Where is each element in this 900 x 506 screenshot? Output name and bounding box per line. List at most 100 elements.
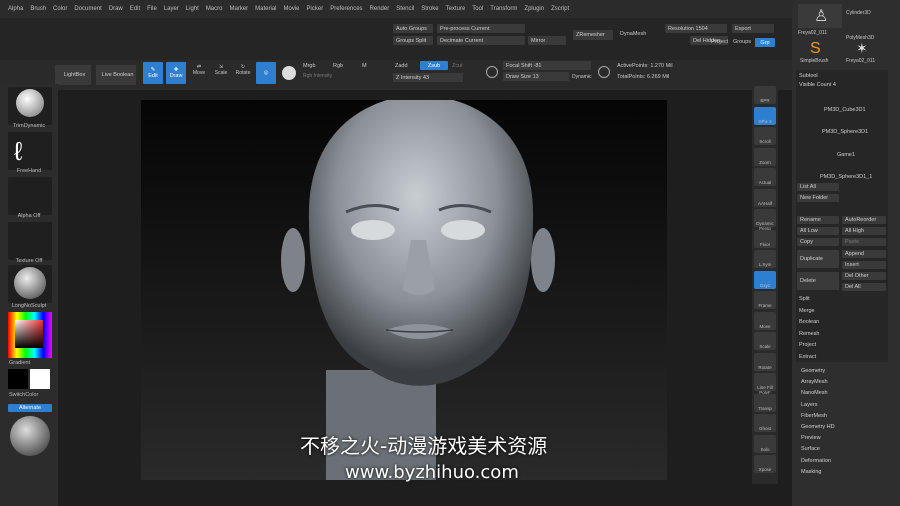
menu-item[interactable]: Layer bbox=[164, 6, 179, 12]
menu-item[interactable]: Draw bbox=[109, 6, 123, 12]
tool-menu-item[interactable]: Deformation bbox=[801, 458, 831, 464]
dynamesh-label[interactable]: DynaMesh bbox=[620, 31, 646, 37]
material-thumbnail[interactable] bbox=[8, 265, 52, 303]
menu-item[interactable]: Light bbox=[186, 6, 199, 12]
subtool-action[interactable]: Remesh bbox=[797, 329, 887, 339]
texture-thumbnail[interactable] bbox=[8, 222, 52, 260]
menu-item[interactable]: Zplugin bbox=[524, 6, 544, 12]
color-square[interactable] bbox=[15, 320, 43, 348]
resolution-slider[interactable]: Resolution 1504 bbox=[665, 24, 727, 33]
export-button[interactable]: Export bbox=[732, 24, 774, 33]
scale-button[interactable]: ⇲ Scale bbox=[212, 64, 230, 76]
color-picker[interactable] bbox=[8, 312, 52, 358]
decimate-button[interactable]: Decimate Current bbox=[437, 36, 525, 45]
menu-item[interactable]: Preferences bbox=[330, 6, 362, 12]
subtool-item[interactable]: PM3D_Cube3D1 bbox=[822, 105, 900, 115]
paste-button[interactable]: Paste bbox=[842, 238, 886, 246]
insert-button[interactable]: Insert bbox=[842, 261, 886, 269]
delete-button[interactable]: Delete bbox=[797, 272, 839, 290]
auto-groups-button[interactable]: Auto Groups bbox=[393, 24, 433, 33]
preprocess-button[interactable]: Pre-process Current bbox=[437, 24, 525, 33]
tool-menu-item[interactable]: Surface bbox=[801, 446, 820, 452]
dynamic-toggle[interactable]: Dynamic bbox=[572, 74, 591, 80]
append-button[interactable]: Append bbox=[842, 250, 886, 258]
menu-item[interactable]: Texture bbox=[446, 6, 466, 12]
grp-toggle[interactable]: Grp bbox=[755, 38, 775, 47]
tool-menu-item[interactable]: Geometry bbox=[801, 368, 825, 374]
zsub-toggle[interactable]: Zsub bbox=[420, 61, 448, 70]
subtool-action[interactable]: Project bbox=[797, 340, 887, 350]
menu-item[interactable]: Render bbox=[370, 6, 390, 12]
material-sphere-icon[interactable] bbox=[282, 66, 296, 80]
mirror-button[interactable]: Mirror bbox=[528, 36, 566, 45]
new-folder-button[interactable]: New Folder bbox=[797, 194, 839, 202]
menu-item[interactable]: Movie bbox=[284, 6, 300, 12]
stroke-thumbnail[interactable]: ℓ bbox=[8, 132, 52, 170]
groups-label[interactable]: Groups bbox=[733, 39, 751, 45]
canvas-viewport[interactable] bbox=[141, 100, 667, 480]
mrgb-toggle[interactable]: Mrgb bbox=[303, 63, 316, 69]
menu-item[interactable]: Document bbox=[74, 6, 101, 12]
list-all-button[interactable]: List All bbox=[797, 183, 839, 191]
lightbox-button[interactable]: LightBox bbox=[55, 65, 91, 85]
alpha-thumbnail[interactable] bbox=[8, 177, 52, 215]
duplicate-button[interactable]: Duplicate bbox=[797, 250, 839, 268]
menu-item[interactable]: Zscript bbox=[551, 6, 569, 12]
tool-menu-item[interactable]: FiberMesh bbox=[801, 413, 827, 419]
rgb-intensity-slider[interactable]: Rgb Intensity bbox=[303, 73, 332, 79]
polymesh-star-icon[interactable]: ✶ bbox=[856, 40, 876, 58]
brush-thumbnail[interactable] bbox=[8, 87, 52, 125]
subtool-action[interactable]: Split bbox=[797, 294, 887, 304]
m-toggle[interactable]: M bbox=[362, 63, 367, 69]
zcut-toggle[interactable]: Zcut bbox=[452, 63, 463, 69]
menu-item[interactable]: Alpha bbox=[8, 6, 23, 12]
menu-item[interactable]: Edit bbox=[130, 6, 140, 12]
menu-item[interactable]: File bbox=[147, 6, 157, 12]
menu-item[interactable]: Color bbox=[53, 6, 67, 12]
secondary-color-swatch[interactable] bbox=[30, 369, 50, 389]
zadd-toggle[interactable]: Zadd bbox=[395, 63, 408, 69]
subtool-item[interactable]: Game1 bbox=[835, 150, 900, 160]
menu-item[interactable]: Tool bbox=[472, 6, 483, 12]
subtool-action[interactable]: Boolean bbox=[797, 317, 887, 327]
menu-item[interactable]: Picker bbox=[307, 6, 324, 12]
zremesher-button[interactable]: ZRemesher bbox=[573, 30, 613, 40]
groups-split-button[interactable]: Groups Split bbox=[393, 36, 433, 45]
menu-item[interactable]: Macro bbox=[206, 6, 223, 12]
z-intensity-slider[interactable]: Z Intensity 43 bbox=[393, 73, 463, 82]
menu-item[interactable]: Transform bbox=[490, 6, 517, 12]
primary-color-swatch[interactable] bbox=[8, 369, 28, 389]
menu-item[interactable]: Marker bbox=[229, 6, 248, 12]
del-all-button[interactable]: Del All bbox=[842, 283, 886, 291]
alternate-toggle[interactable]: Alternate bbox=[8, 404, 52, 412]
menu-item[interactable]: Material bbox=[255, 6, 276, 12]
tool-thumb-1[interactable]: ♙ bbox=[798, 4, 842, 28]
dial2-icon[interactable] bbox=[598, 66, 610, 78]
tool-menu-item[interactable]: ArrayMesh bbox=[801, 379, 828, 385]
gizmo-toggle[interactable]: ◎ bbox=[256, 62, 276, 84]
menu-item[interactable]: Stencil bbox=[396, 6, 414, 12]
tool-menu-item[interactable]: NanoMesh bbox=[801, 390, 828, 396]
tool-menu-item[interactable]: Preview bbox=[801, 435, 821, 441]
project-label[interactable]: Project bbox=[711, 39, 728, 45]
autoreorder-button[interactable]: AutoReorder bbox=[842, 216, 886, 224]
rotate-button[interactable]: ↻ Rotate bbox=[234, 64, 252, 76]
subtool-item[interactable]: PM3D_Sphere3D1_1 bbox=[818, 172, 900, 182]
all-low-button[interactable]: All Low bbox=[797, 227, 839, 235]
navigation-sphere-icon[interactable] bbox=[10, 416, 50, 456]
edit-button[interactable]: ✎ Edit bbox=[143, 62, 163, 84]
simplebrush-icon[interactable]: S bbox=[810, 40, 830, 58]
live-boolean-button[interactable]: Live Boolean bbox=[96, 65, 136, 85]
draw-button[interactable]: ✚ Draw bbox=[166, 62, 186, 84]
draw-size-slider[interactable]: Draw Size 13 bbox=[503, 72, 569, 81]
switch-color-button[interactable]: SwitchColor bbox=[0, 392, 58, 398]
focal-shift-slider[interactable]: Focal Shift -81 bbox=[503, 61, 591, 70]
tool-menu-item[interactable]: Layers bbox=[801, 402, 818, 408]
rgb-toggle[interactable]: Rgb bbox=[333, 63, 343, 69]
subtool-action[interactable]: Extract bbox=[797, 352, 887, 362]
menu-item[interactable]: Brush bbox=[30, 6, 46, 12]
tool-menu-item[interactable]: Masking bbox=[801, 469, 821, 475]
move-button[interactable]: ⇄ Move bbox=[190, 64, 208, 76]
tool-menu-item[interactable]: Geometry HD bbox=[801, 424, 835, 430]
all-high-button[interactable]: All High bbox=[842, 227, 886, 235]
